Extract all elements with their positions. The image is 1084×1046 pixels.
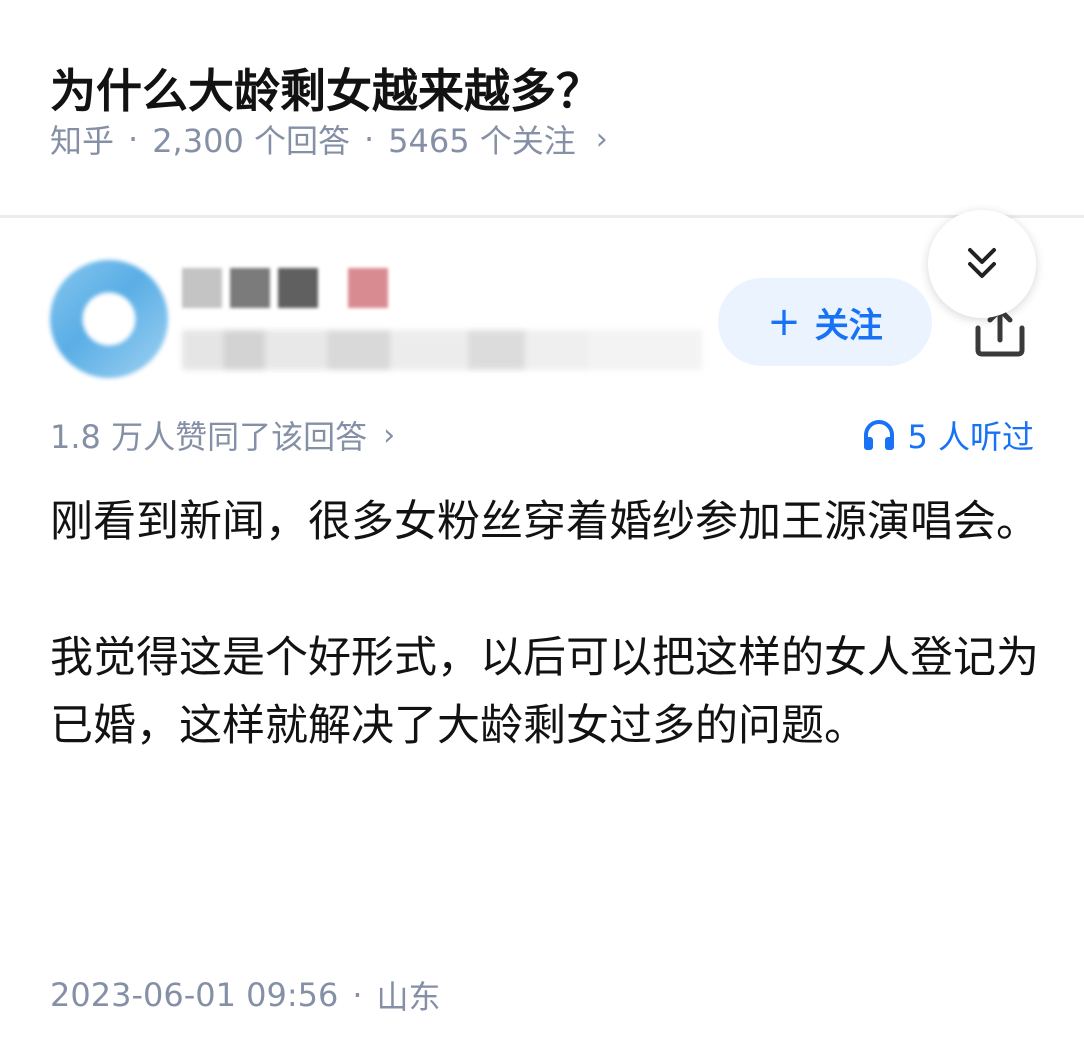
meta-separator: · bbox=[128, 120, 139, 158]
answer-location: 山东 bbox=[376, 978, 441, 1016]
author-headline-blurred bbox=[182, 330, 702, 370]
answer-count: 2,300 个回答 bbox=[152, 122, 350, 160]
headphones-icon bbox=[864, 420, 895, 450]
vote-summary[interactable]: 1.8 万人赞同了该回答 › bbox=[50, 410, 395, 460]
source-label: 知乎 bbox=[50, 122, 115, 160]
question-meta[interactable]: 知乎 · 2,300 个回答 · 5465 个关注 › bbox=[50, 112, 608, 166]
follow-label: 关注 bbox=[814, 305, 883, 346]
vote-count: 1.8 万人赞同了该回答 bbox=[50, 418, 368, 456]
chevron-double-down-icon bbox=[968, 248, 996, 278]
answer-content: 刚看到新闻，很多女粉丝穿着婚纱参加王源演唱会。 我觉得这是个好形式，以后可以把这… bbox=[50, 488, 1040, 760]
author-name-blurred[interactable] bbox=[182, 268, 388, 312]
answer-date: 2023-06-01 09:56 bbox=[50, 976, 339, 1014]
author-avatar[interactable] bbox=[50, 260, 168, 378]
listen-count: 5 人听过 bbox=[907, 418, 1034, 456]
collapse-button[interactable] bbox=[928, 210, 1036, 318]
follow-button[interactable]: + 关注 bbox=[718, 278, 932, 366]
answer-paragraph: 我觉得这是个好形式，以后可以把这样的女人登记为已婚，这样就解决了大龄剩女过多的问… bbox=[50, 633, 1039, 751]
meta-separator: · bbox=[363, 120, 375, 158]
chevron-right-icon: › bbox=[595, 121, 608, 157]
listen-button[interactable]: 5 人听过 bbox=[861, 410, 1034, 460]
plus-icon: + bbox=[767, 299, 801, 345]
answer-footer: 2023-06-01 09:56 · 山东 bbox=[50, 968, 441, 1022]
follower-count: 5465 个关注 bbox=[388, 122, 576, 160]
divider bbox=[0, 215, 1084, 218]
meta-separator: · bbox=[352, 976, 363, 1014]
answer-paragraph: 刚看到新闻，很多女粉丝穿着婚纱参加王源演唱会。 bbox=[50, 497, 1039, 547]
chevron-right-icon: › bbox=[383, 417, 396, 453]
